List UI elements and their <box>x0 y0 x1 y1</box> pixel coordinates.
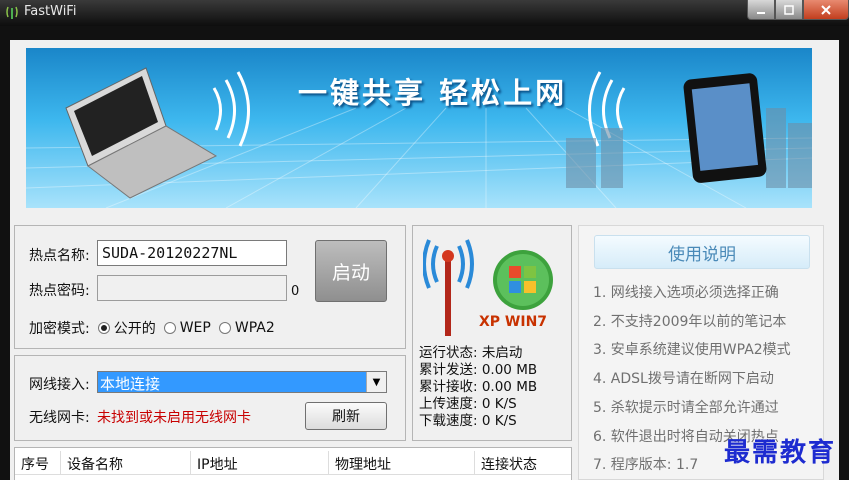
column-device-name[interactable]: 设备名称 <box>61 451 191 475</box>
device-table: 序号 设备名称 IP地址 物理地址 连接状态 <box>14 447 572 480</box>
close-icon <box>821 4 831 15</box>
total-sent: 累计发送: 0.00 MB <box>419 362 538 378</box>
help-item: 5. 杀软提示时请全部允许通过 <box>593 399 779 416</box>
column-mac-address[interactable]: 物理地址 <box>329 451 475 475</box>
window-controls <box>747 0 849 20</box>
column-ip-address[interactable]: IP地址 <box>191 451 329 475</box>
banner-image: 一键共享 轻松上网 <box>26 48 812 208</box>
table-header: 序号 设备名称 IP地址 物理地址 连接状态 <box>15 451 571 475</box>
help-item: 1. 网线接入选项必须选择正确 <box>593 285 779 301</box>
help-item: 2. 不支持2009年以前的笔记本 <box>593 313 787 330</box>
laptop-icon <box>65 67 218 199</box>
encryption-wep-radio[interactable]: WEP <box>163 320 211 336</box>
hotspot-password-label: 热点密码: <box>29 283 90 299</box>
network-group: 网线接入: 本地连接 ▼ 无线网卡: 未找到或未启用无线网卡 刷新 <box>14 355 406 441</box>
help-item: 4. ADSL拨号请在断网下启动 <box>593 371 774 388</box>
antenna-icon <box>423 239 474 336</box>
hotspot-settings-group: 热点名称: SUDA-20120227NL 热点密码: 0 启动 加密模式: 公… <box>14 225 406 349</box>
banner-slogan: 一键共享 轻松上网 <box>298 76 568 110</box>
total-received: 累计接收: 0.00 MB <box>419 379 538 395</box>
upload-speed: 上传速度: 0 K/S <box>419 396 517 412</box>
status-lines: 运行状态: 未启动 累计发送: 0.00 MB 累计接收: 0.00 MB 上传… <box>419 345 537 430</box>
os-support-text: XP WIN7 <box>479 314 548 330</box>
radio-unselected-icon <box>163 322 176 334</box>
wireless-card-status: 未找到或未启用无线网卡 <box>97 410 251 426</box>
windows-logo-icon <box>493 250 553 310</box>
column-connection-status[interactable]: 连接状态 <box>475 451 571 475</box>
wireless-card-label: 无线网卡: <box>29 410 90 426</box>
wifi-app-icon <box>6 6 18 19</box>
help-item: 3. 安卓系统建议使用WPA2模式 <box>593 342 791 359</box>
wired-access-label: 网线接入: <box>29 377 90 393</box>
title-bar: FastWiFi <box>0 0 849 26</box>
encryption-wpa2-label: WPA2 <box>234 320 275 336</box>
maximize-icon <box>784 4 794 15</box>
minimize-button[interactable] <box>747 0 775 20</box>
status-group: XP WIN7 运行状态: 未启动 累计发送: 0.00 MB 累计接收: 0.… <box>412 225 572 441</box>
help-title-button[interactable]: 使用说明 <box>594 235 810 269</box>
encryption-wpa2-radio[interactable]: WPA2 <box>218 320 275 336</box>
hotspot-password-input[interactable] <box>97 275 287 301</box>
tablet-icon <box>683 73 767 183</box>
watermark-text: 最需教育 <box>724 438 837 468</box>
signal-waves-left <box>212 71 250 147</box>
wired-connection-select[interactable]: 本地连接 ▼ <box>97 371 387 393</box>
radio-selected-icon <box>97 322 110 334</box>
window-title: FastWiFi <box>24 4 77 19</box>
hotspot-name-input[interactable]: SUDA-20120227NL <box>97 240 287 266</box>
run-status: 运行状态: 未启动 <box>419 345 523 361</box>
close-button[interactable] <box>803 0 849 20</box>
radio-unselected-icon <box>218 322 231 334</box>
encryption-mode-label: 加密模式: <box>29 321 90 337</box>
encryption-mode-row: 加密模式: 公开的 WEP WPA2 <box>29 318 275 338</box>
minimize-icon <box>757 11 765 14</box>
chevron-down-icon[interactable]: ▼ <box>366 372 386 392</box>
wired-connection-value: 本地连接 <box>100 375 161 393</box>
column-index[interactable]: 序号 <box>15 451 61 475</box>
start-button[interactable]: 启动 <box>315 240 387 302</box>
refresh-button[interactable]: 刷新 <box>305 402 387 430</box>
encryption-open-radio[interactable]: 公开的 <box>97 318 156 338</box>
encryption-open-label: 公开的 <box>113 321 156 337</box>
maximize-button[interactable] <box>775 0 803 20</box>
download-speed: 下载速度: 0 K/S <box>419 413 517 429</box>
hotspot-name-label: 热点名称: <box>29 248 90 264</box>
encryption-wep-label: WEP <box>179 320 211 336</box>
password-length-counter: 0 <box>291 284 300 299</box>
